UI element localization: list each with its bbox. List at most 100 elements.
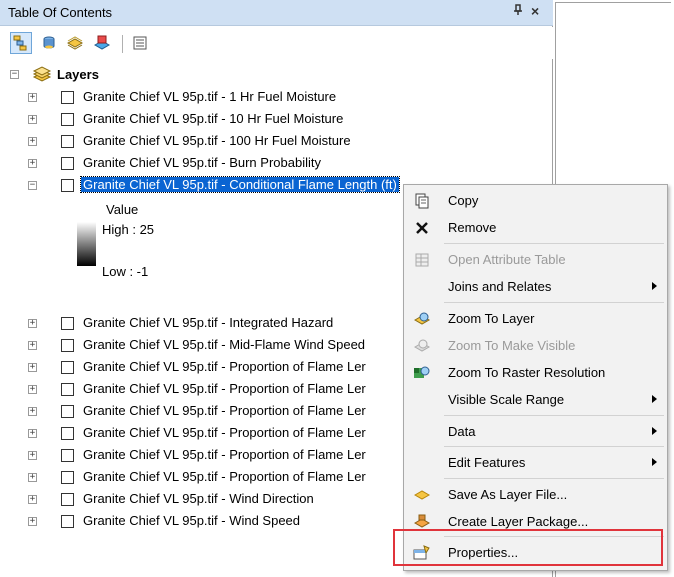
expand-icon[interactable]: + xyxy=(28,517,37,526)
layer-label[interactable]: Granite Chief VL 95p.tif - Proportion of… xyxy=(83,359,366,374)
menu-item-label: Create Layer Package... xyxy=(448,514,589,529)
expand-icon[interactable]: + xyxy=(28,341,37,350)
menu-item-save-as-layer-file[interactable]: Save As Layer File... xyxy=(404,482,667,508)
submenu-arrow-icon xyxy=(652,395,657,403)
menu-item-copy[interactable]: Copy xyxy=(404,188,667,214)
close-icon[interactable]: × xyxy=(531,3,539,19)
layer-label[interactable]: Granite Chief VL 95p.tif - 1 Hr Fuel Moi… xyxy=(83,89,336,104)
layer-label[interactable]: Granite Chief VL 95p.tif - Proportion of… xyxy=(83,447,366,462)
layer-label[interactable]: Granite Chief VL 95p.tif - Proportion of… xyxy=(83,381,366,396)
list-by-visibility-button[interactable] xyxy=(64,32,86,54)
layer-label[interactable]: Granite Chief VL 95p.tif - Proportion of… xyxy=(83,425,366,440)
layer-label[interactable]: Granite Chief VL 95p.tif - Burn Probabil… xyxy=(83,155,321,170)
legend-heading: Value xyxy=(106,202,139,217)
remove-x-icon xyxy=(413,219,431,237)
layer-row[interactable]: + Granite Chief VL 95p.tif - 100 Hr Fuel … xyxy=(0,131,553,151)
expand-icon[interactable]: + xyxy=(28,93,37,102)
layer-label[interactable]: Granite Chief VL 95p.tif - Integrated Ha… xyxy=(83,315,333,330)
menu-item-zoom-to-raster-resolution[interactable]: Zoom To Raster Resolution xyxy=(404,360,667,386)
layer-label[interactable]: Granite Chief VL 95p.tif - Wind Speed xyxy=(83,513,300,528)
menu-item-edit-features[interactable]: Edit Features xyxy=(404,450,667,476)
layer-row[interactable]: + Granite Chief VL 95p.tif - 1 Hr Fuel Mo… xyxy=(0,87,553,107)
expand-icon[interactable]: + xyxy=(28,159,37,168)
expand-icon[interactable]: + xyxy=(28,137,37,146)
expand-icon[interactable]: + xyxy=(28,429,37,438)
layer-visibility-checkbox[interactable] xyxy=(61,339,74,352)
menu-item-label: Open Attribute Table xyxy=(448,252,566,267)
layer-visibility-checkbox[interactable] xyxy=(61,427,74,440)
legend-color-ramp xyxy=(77,222,96,266)
legend-low-label: Low : -1 xyxy=(102,264,149,279)
expand-icon[interactable]: + xyxy=(28,385,37,394)
layer-visibility-checkbox[interactable] xyxy=(61,449,74,462)
expand-icon[interactable]: + xyxy=(28,407,37,416)
menu-item-create-layer-package[interactable]: Create Layer Package... xyxy=(404,509,667,535)
list-by-selection-button[interactable] xyxy=(91,32,113,54)
list-by-drawing-order-icon xyxy=(13,35,27,51)
layer-visibility-checkbox[interactable] xyxy=(61,361,74,374)
expand-icon[interactable]: + xyxy=(28,319,37,328)
layer-visibility-checkbox[interactable] xyxy=(61,405,74,418)
menu-item-zoom-to-make-visible: Zoom To Make Visible xyxy=(404,333,667,359)
menu-separator xyxy=(444,243,664,244)
menu-item-label: Zoom To Layer xyxy=(448,311,535,326)
layer-visibility-checkbox[interactable] xyxy=(61,515,74,528)
expand-icon[interactable]: + xyxy=(28,451,37,460)
layer-label[interactable]: Granite Chief VL 95p.tif - Proportion of… xyxy=(83,469,366,484)
menu-item-open-attribute-table: Open Attribute Table xyxy=(404,247,667,273)
expand-icon[interactable]: + xyxy=(28,473,37,482)
layer-visibility-checkbox[interactable] xyxy=(61,135,74,148)
menu-item-label: Joins and Relates xyxy=(448,279,552,294)
list-by-visibility-icon xyxy=(66,36,84,50)
menu-item-remove[interactable]: Remove xyxy=(404,215,667,241)
zoom-to-layer-icon xyxy=(413,310,431,328)
layer-label[interactable]: Granite Chief VL 95p.tif - Proportion of… xyxy=(83,403,366,418)
layer-visibility-checkbox[interactable] xyxy=(61,91,74,104)
table-icon xyxy=(413,251,431,269)
properties-icon xyxy=(413,544,431,562)
layer-visibility-checkbox[interactable] xyxy=(61,179,74,192)
menu-item-visible-scale-range[interactable]: Visible Scale Range xyxy=(404,387,667,413)
layer-row[interactable]: + Granite Chief VL 95p.tif - Burn Probabi… xyxy=(0,153,553,173)
layer-package-icon xyxy=(413,513,431,531)
layer-visibility-checkbox[interactable] xyxy=(61,157,74,170)
collapse-icon[interactable]: − xyxy=(28,181,37,190)
layer-label[interactable]: Granite Chief VL 95p.tif - Wind Directio… xyxy=(83,491,314,506)
layers-icon xyxy=(32,66,52,85)
menu-item-label: Data xyxy=(448,424,476,439)
menu-separator xyxy=(444,302,664,303)
menu-item-data[interactable]: Data xyxy=(404,419,667,445)
layer-visibility-checkbox[interactable] xyxy=(61,317,74,330)
copy-icon xyxy=(413,192,431,210)
layer-label[interactable]: Granite Chief VL 95p.tif - Conditional F… xyxy=(80,176,400,193)
layer-row[interactable]: + Granite Chief VL 95p.tif - 10 Hr Fuel M… xyxy=(0,109,553,129)
menu-item-properties[interactable]: Properties... xyxy=(404,540,667,566)
menu-item-label: Properties... xyxy=(448,545,519,560)
layers-root-row[interactable]: − Layers xyxy=(0,65,553,85)
expand-icon[interactable]: + xyxy=(28,495,37,504)
layer-visibility-checkbox[interactable] xyxy=(61,471,74,484)
expand-icon[interactable]: + xyxy=(28,363,37,372)
menu-item-label: Remove xyxy=(448,220,497,235)
menu-item-joins-and-relates[interactable]: Joins and Relates xyxy=(404,274,667,300)
menu-item-zoom-to-layer[interactable]: Zoom To Layer xyxy=(404,306,667,332)
layer-visibility-checkbox[interactable] xyxy=(61,493,74,506)
layer-visibility-checkbox[interactable] xyxy=(61,383,74,396)
menu-item-label: Zoom To Raster Resolution xyxy=(448,365,606,380)
menu-separator xyxy=(444,536,664,537)
layer-label[interactable]: Granite Chief VL 95p.tif - 10 Hr Fuel Mo… xyxy=(83,111,343,126)
list-by-source-button[interactable] xyxy=(38,32,60,54)
layer-label[interactable]: Granite Chief VL 95p.tif - Mid-Flame Win… xyxy=(83,337,365,352)
submenu-arrow-icon xyxy=(652,282,657,290)
pin-icon[interactable] xyxy=(513,4,523,19)
options-button[interactable] xyxy=(129,32,151,54)
menu-item-label: Edit Features xyxy=(448,455,526,470)
layer-visibility-checkbox[interactable] xyxy=(61,113,74,126)
layer-label[interactable]: Granite Chief VL 95p.tif - 100 Hr Fuel M… xyxy=(83,133,351,148)
expand-icon[interactable]: + xyxy=(28,115,37,124)
layers-root-label: Layers xyxy=(57,67,99,82)
window-title: Table Of Contents xyxy=(8,5,113,20)
collapse-icon[interactable]: − xyxy=(10,70,19,79)
list-by-drawing-order-button[interactable] xyxy=(10,32,32,54)
options-icon xyxy=(133,36,147,50)
